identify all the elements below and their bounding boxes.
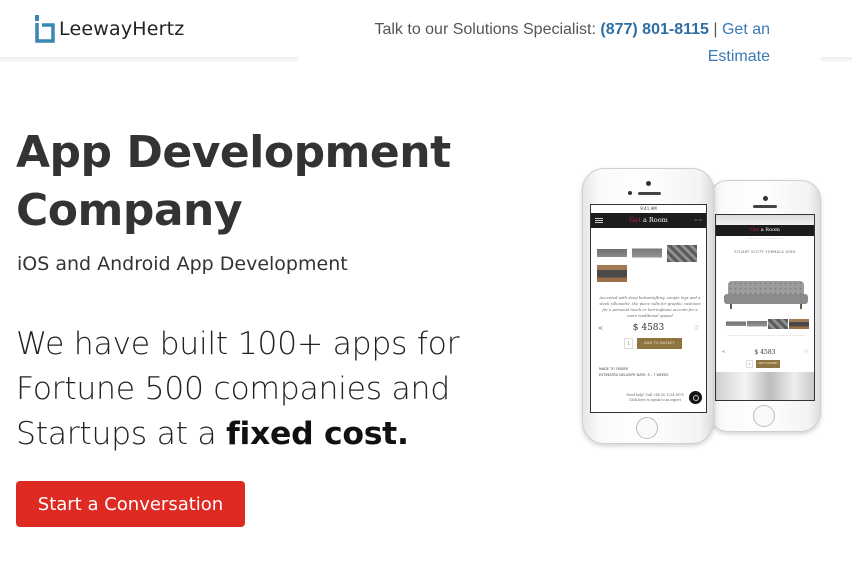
help-text: Need help? Call +44 (0) 1234 5678 Click …: [625, 393, 685, 403]
app-brand: Get a Room: [629, 216, 668, 224]
thumbnail-row: [722, 319, 812, 329]
start-conversation-button[interactable]: Start a Conversation: [16, 481, 245, 527]
notice-strip: — — — — — — — — — — —: [747, 237, 783, 240]
heart-icon: ♡: [803, 350, 808, 355]
phone-mockup-back: Get a Room — — — — — — — — — — — STUART …: [708, 180, 821, 432]
pitch-emphasis: fixed cost.: [226, 416, 409, 452]
sofa-image: [724, 279, 808, 309]
home-button-icon: [636, 417, 658, 439]
product-description: — — — — — — — — — — — — — — — — — — — — …: [727, 334, 805, 337]
sensor-icon: [628, 191, 632, 195]
delivery-date: ESTIMATED DELIVERY DATE: 5 - 7 WEEKS: [599, 373, 669, 377]
contact-label: Talk to our Solutions Specialist:: [374, 21, 596, 38]
status-bar: 9:41 AM: [591, 205, 706, 213]
page-subtitle: iOS and Android App Development: [17, 253, 348, 275]
contact-panel: Talk to our Solutions Specialist: (877) …: [298, 0, 821, 70]
basket-icon: ▭ ▭: [694, 218, 702, 222]
phone-link[interactable]: (877) 801-8115: [600, 21, 709, 38]
product-name: STUART SCOTT FORMALS SOFA: [734, 250, 796, 254]
quantity-field: 1: [746, 360, 753, 368]
logo-icon: [35, 15, 55, 43]
thumbnail: [789, 319, 809, 329]
status-bar: [716, 215, 814, 225]
page-title: App Development Company: [16, 127, 451, 236]
product-price: $ 4583: [632, 323, 665, 333]
thumbnail: [768, 319, 788, 329]
value-proposition: We have built 100+ apps for Fortune 500 …: [16, 322, 496, 457]
quantity-field: 1: [624, 338, 633, 349]
heart-icon: ♡: [693, 325, 699, 332]
contact-separator: |: [713, 21, 718, 38]
phone-screen-front: 9:41 AM Get a Room ▭ ▭ Accented with dee…: [590, 204, 707, 413]
camera-icon: [763, 196, 768, 201]
thumbnail: [726, 319, 746, 329]
logo-text: LeewayHertz: [59, 18, 185, 40]
thumbnail: [747, 319, 767, 329]
app-brand: Get a Room: [750, 227, 780, 233]
thumbnail: [597, 245, 627, 262]
add-to-basket-button: ADD TO BASKET: [637, 338, 682, 349]
thumbnail: [632, 245, 662, 262]
phone-mockup-front: 9:41 AM Get a Room ▭ ▭ Accented with dee…: [582, 168, 714, 444]
delivery-info: MADE TO ORDER ESTIMATED DELIVERY DATE: 5…: [599, 366, 668, 378]
camera-icon: [646, 181, 651, 186]
reflection: [716, 372, 814, 400]
app-bar: Get a Room ▭ ▭: [591, 213, 706, 228]
logo[interactable]: LeewayHertz: [35, 15, 184, 43]
speaker-icon: [638, 192, 661, 195]
home-button-icon: [753, 405, 775, 427]
thumbnail: [597, 265, 627, 282]
product-description: Accented with deep buttontufting, simple…: [599, 295, 701, 318]
app-bar: Get a Room: [716, 225, 814, 236]
speaker-icon: [753, 205, 777, 208]
contact-info: Talk to our Solutions Specialist: (877) …: [340, 16, 770, 70]
help-line: Click here to speak to an expert: [629, 398, 681, 402]
add-to-basket-button: ADD TO BASKET: [756, 360, 780, 368]
get-estimate-link[interactable]: Get an Estimate: [708, 21, 770, 65]
product-price: $ 4583: [754, 349, 776, 356]
chat-icon: [689, 391, 702, 404]
phone-screen-back: Get a Room — — — — — — — — — — — STUART …: [715, 214, 815, 401]
thumbnail: [667, 245, 697, 262]
